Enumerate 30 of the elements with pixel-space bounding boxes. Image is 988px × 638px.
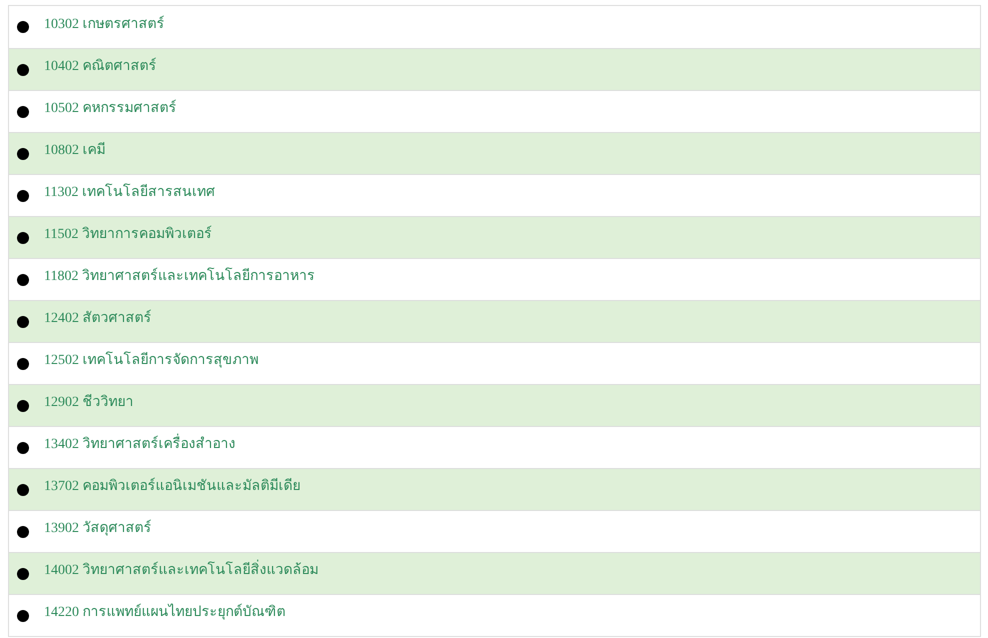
- program-link[interactable]: 10302 เกษตรศาสตร์: [44, 14, 164, 34]
- program-link[interactable]: 11802 วิทยาศาสตร์และเทคโนโลยีการอาหาร: [44, 266, 315, 287]
- bullet-icon: [17, 610, 29, 622]
- bullet-icon: [17, 358, 29, 370]
- program-link[interactable]: 13402 วิทยาศาสตร์เครื่องสำอาง: [44, 434, 236, 455]
- bullet-icon: [17, 274, 29, 286]
- bullet-icon: [17, 64, 29, 76]
- bullet-icon: [17, 526, 29, 538]
- program-link[interactable]: 12402 สัตวศาสตร์: [44, 308, 152, 329]
- bullet-icon: [17, 21, 29, 33]
- program-link[interactable]: 13702 คอมพิวเตอร์แอนิเมชันและมัลติมีเดีย: [44, 476, 300, 497]
- bullet-icon: [17, 148, 29, 160]
- program-link[interactable]: 12902 ชีววิทยา: [44, 392, 134, 413]
- program-link[interactable]: 10402 คณิตศาสตร์: [44, 56, 156, 77]
- bullet-icon: [17, 232, 29, 244]
- program-link[interactable]: 14220 การแพทย์แผนไทยประยุกต์บัณฑิต: [44, 602, 286, 623]
- program-link[interactable]: 11302 เทคโนโลยีสารสนเทศ: [44, 182, 215, 203]
- program-link[interactable]: 12502 เทคโนโลยีการจัดการสุขภาพ: [44, 350, 258, 371]
- program-link[interactable]: 13902 วัสดุศาสตร์: [44, 518, 152, 539]
- bullet-icon: [17, 190, 29, 202]
- program-link[interactable]: 10802 เคมี: [44, 140, 106, 161]
- bullet-icon: [17, 442, 29, 454]
- bullet-icon: [17, 316, 29, 328]
- bullet-icon: [17, 106, 29, 118]
- program-link[interactable]: 11502 วิทยาการคอมพิวเตอร์: [44, 224, 212, 245]
- bullet-icon: [17, 568, 29, 580]
- bullet-icon: [17, 400, 29, 412]
- program-link[interactable]: 14002 วิทยาศาสตร์และเทคโนโลยีสิ่งแวดล้อม: [44, 560, 318, 581]
- bullet-icon: [17, 484, 29, 496]
- program-link[interactable]: 10502 คหกรรมศาสตร์: [44, 98, 176, 119]
